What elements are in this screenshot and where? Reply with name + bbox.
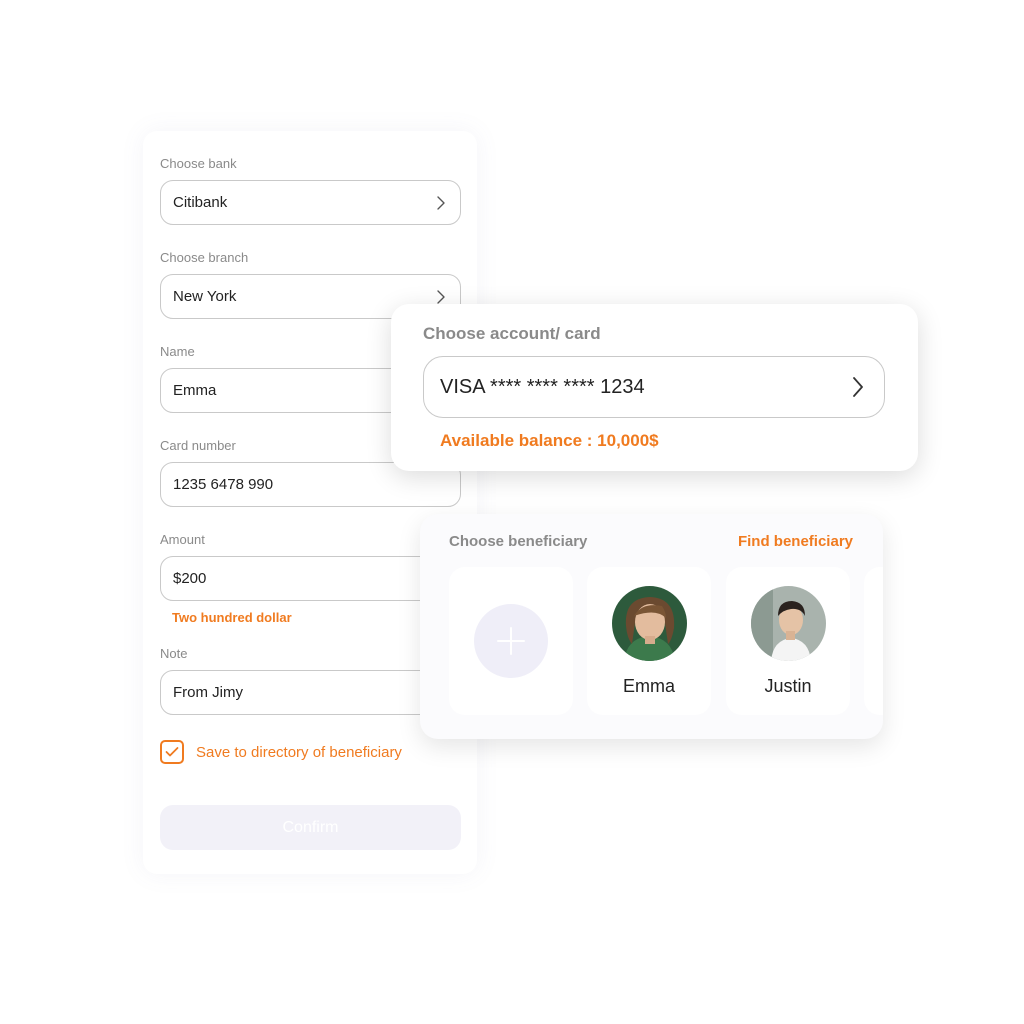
add-beneficiary-button[interactable]: [474, 604, 548, 678]
transfer-form-card: Choose bank Citibank Choose branch New Y…: [143, 131, 477, 874]
card-number-value: 1235 6478 990: [173, 476, 274, 493]
name-label: Name: [160, 344, 195, 359]
beneficiary-name: Justin: [764, 676, 812, 696]
confirm-button[interactable]: Confirm: [160, 805, 461, 850]
avatar: [611, 586, 687, 661]
avatar: [750, 586, 826, 661]
save-beneficiary-row[interactable]: Save to directory of beneficiary: [160, 740, 402, 764]
add-beneficiary-tile[interactable]: [449, 567, 573, 715]
note-label: Note: [160, 646, 188, 661]
beneficiary-tile-justin[interactable]: Justin: [726, 567, 850, 715]
bank-select[interactable]: Citibank: [160, 180, 461, 225]
beneficiary-panel: Choose beneficiary Find beneficiary Emma: [420, 514, 883, 739]
amount-hint: Two hundred dollar: [172, 610, 292, 625]
account-select[interactable]: VISA **** **** **** 1234: [423, 356, 885, 418]
account-value: VISA **** **** **** 1234: [440, 375, 645, 398]
beneficiary-tile-partial[interactable]: [864, 567, 883, 715]
plus-icon: [497, 627, 525, 655]
beneficiary-name: Emma: [622, 676, 675, 696]
card-number-label: Card number: [160, 438, 236, 453]
bank-value: Citibank: [173, 194, 228, 211]
beneficiary-tile-emma[interactable]: Emma: [587, 567, 711, 715]
chevron-right-icon: [437, 195, 445, 210]
bank-label: Choose bank: [160, 156, 237, 171]
check-icon: [165, 747, 179, 757]
account-title: Choose account/ card: [423, 324, 601, 343]
available-balance: Available balance : 10,000$: [440, 431, 659, 450]
beneficiary-title: Choose beneficiary: [449, 533, 588, 550]
branch-value: New York: [173, 288, 237, 305]
chevron-right-icon: [437, 289, 445, 304]
amount-value: $200: [173, 570, 207, 587]
account-card-popup: Choose account/ card VISA **** **** ****…: [391, 304, 918, 471]
chevron-right-icon: [853, 377, 863, 397]
note-field[interactable]: From Jimy: [160, 670, 461, 715]
find-beneficiary-link[interactable]: Find beneficiary: [738, 533, 853, 550]
amount-field[interactable]: $200: [160, 556, 461, 601]
amount-label: Amount: [160, 532, 205, 547]
branch-label: Choose branch: [160, 250, 249, 265]
save-beneficiary-label: Save to directory of beneficiary: [196, 743, 402, 761]
note-value: From Jimy: [173, 684, 243, 701]
save-beneficiary-checkbox[interactable]: [160, 740, 184, 764]
